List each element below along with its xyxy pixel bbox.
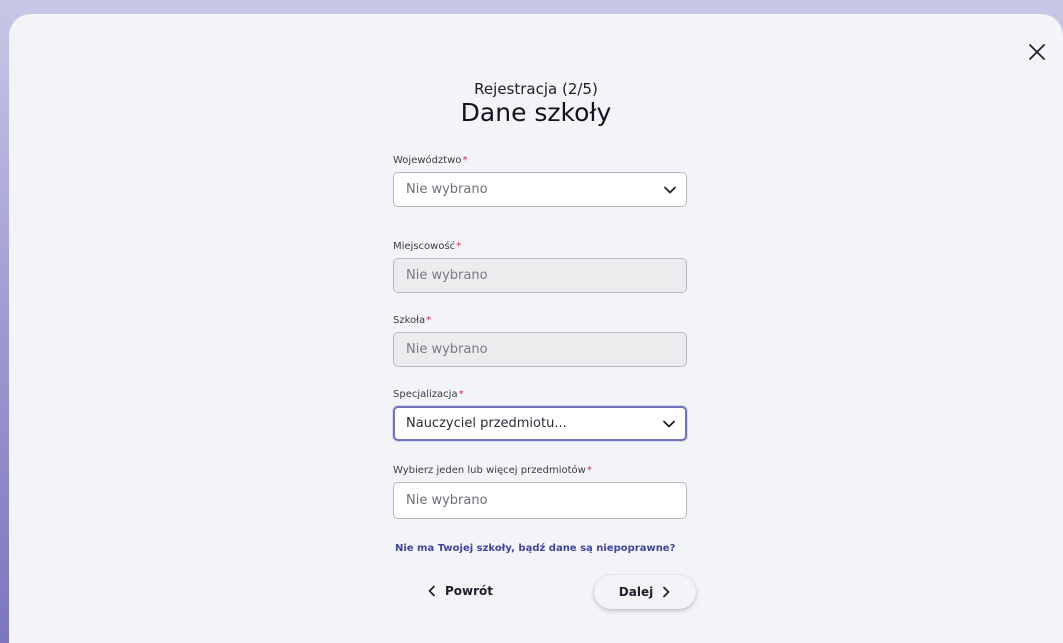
city-value: Nie wybrano xyxy=(406,268,488,283)
chevron-right-icon xyxy=(663,586,670,598)
chevron-down-icon xyxy=(664,186,676,193)
page-title: Dane szkoły xyxy=(460,98,612,127)
city-input[interactable]: Nie wybrano xyxy=(393,258,687,293)
subjects-label: Wybierz jeden lub więcej przedmiotów* xyxy=(393,465,592,476)
school-label: Szkoła* xyxy=(393,315,432,326)
voivodeship-value: Nie wybrano xyxy=(406,182,488,197)
back-button[interactable]: Powrót xyxy=(415,575,505,607)
voivodeship-label: Województwo* xyxy=(393,155,468,166)
back-button-label: Powrót xyxy=(444,584,494,598)
field-subjects: Wybierz jeden lub więcej przedmiotów* Ni… xyxy=(393,464,687,519)
specialization-label: Specjalizacja* xyxy=(393,389,464,400)
required-mark: * xyxy=(456,241,462,252)
voivodeship-select[interactable]: Nie wybrano xyxy=(393,172,687,207)
subjects-value: Nie wybrano xyxy=(406,493,488,508)
city-label: Miejscowość* xyxy=(393,241,462,252)
specialization-select[interactable]: Nauczyciel przedmiotu... xyxy=(393,406,687,441)
registration-modal: Rejestracja (2/5) Dane szkoły Województw… xyxy=(9,14,1063,643)
school-input[interactable]: Nie wybrano xyxy=(393,332,687,367)
next-button[interactable]: Dalej xyxy=(594,575,696,609)
field-specialization: Specjalizacja* Nauczyciel przedmiotu... xyxy=(393,388,687,441)
field-school: Szkoła* Nie wybrano xyxy=(393,314,687,367)
required-mark: * xyxy=(586,465,592,476)
step-indicator: Rejestracja (2/5) xyxy=(474,80,598,98)
missing-school-link[interactable]: Nie ma Twojej szkoły, bądź dane są niepo… xyxy=(395,543,675,554)
chevron-down-icon xyxy=(663,420,675,427)
required-mark: * xyxy=(426,315,432,326)
school-value: Nie wybrano xyxy=(406,342,488,357)
required-mark: * xyxy=(462,155,468,166)
close-button[interactable] xyxy=(1025,40,1049,64)
specialization-value: Nauczyciel przedmiotu... xyxy=(406,416,567,431)
chevron-left-icon xyxy=(428,585,435,597)
next-button-label: Dalej xyxy=(618,585,654,599)
close-icon xyxy=(1029,44,1045,60)
field-city: Miejscowość* Nie wybrano xyxy=(393,240,687,293)
field-voivodeship: Województwo* Nie wybrano xyxy=(393,154,687,207)
subjects-input[interactable]: Nie wybrano xyxy=(393,482,687,519)
required-mark: * xyxy=(458,389,464,400)
